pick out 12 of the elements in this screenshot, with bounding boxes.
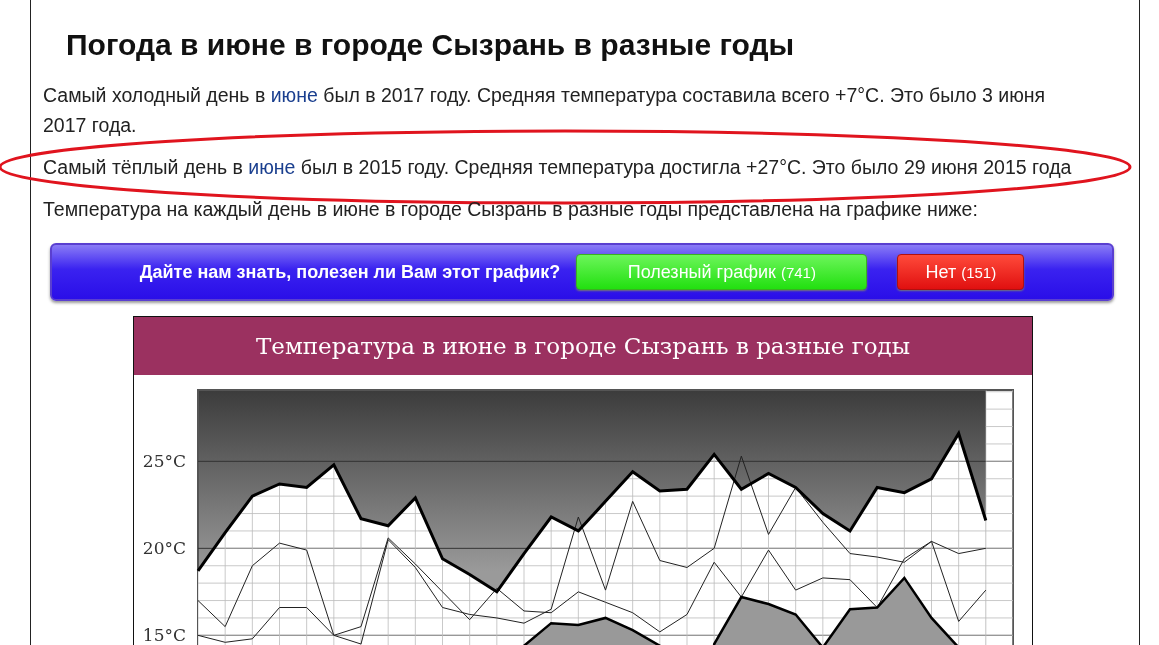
paragraph: Самый тёплый день в июне был в 2015 году. Средняя температура достигла +27°C. Это было 29 июня 2015 года (43, 152, 1088, 182)
month-link[interactable]: июне (248, 156, 296, 178)
paragraph: Температура на каждый день в июне в городе Сызрань в разные годы представлена на графике ниже: (43, 197, 979, 222)
feedback-question: Дайте нам знать, полезен ли Вам этот график? (139, 261, 561, 283)
paragraph: Самый холодный день в июне был в 2017 году. Средняя температура составила всего +7°C. Это было 3 июня 2017 года. (43, 83, 1047, 138)
page-heading: Погода в июне в городе Сызрань в разные годы (66, 28, 796, 62)
month-link[interactable]: июне (270, 84, 318, 106)
y-tick-label: 25°C (142, 451, 186, 472)
chart-title: Температура в июне в городе Сызрань в разные годы (134, 317, 1032, 375)
y-tick-label: 20°C (142, 538, 186, 559)
y-tick-label: 15°C (142, 625, 186, 645)
no-button[interactable]: Нет (151) (897, 254, 1025, 290)
